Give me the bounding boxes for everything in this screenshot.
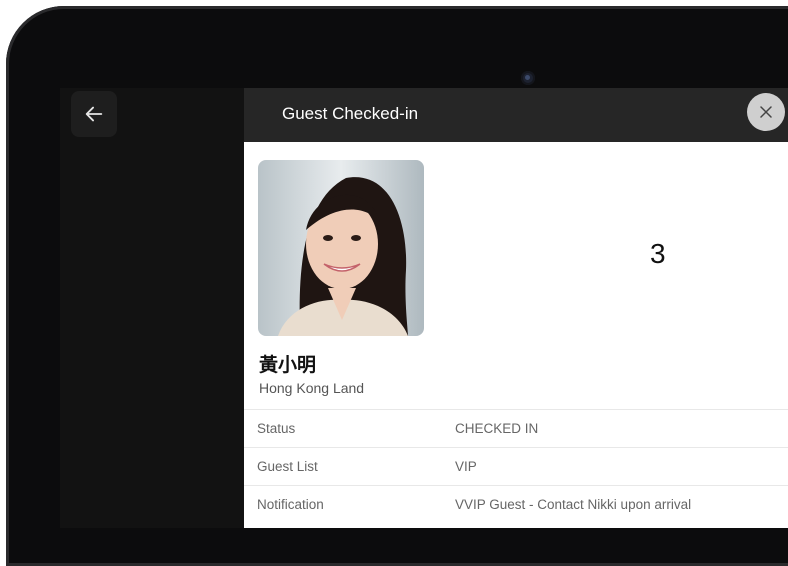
guest-checkin-panel: Guest Checked-in 3 黃小明 Hong Kong Land St…	[244, 88, 788, 528]
back-button[interactable]	[71, 91, 117, 137]
front-camera	[521, 71, 535, 85]
checkin-counter: 3	[650, 238, 666, 269]
detail-label: Status	[257, 421, 296, 436]
detail-label: Notification	[257, 497, 324, 512]
arrow-left-icon	[85, 106, 103, 122]
guest-photo	[258, 160, 424, 336]
panel-header: Guest Checked-in	[244, 88, 788, 142]
detail-value: VIP	[455, 459, 477, 474]
guest-company: Hong Kong Land	[259, 380, 365, 396]
detail-row-status: Status CHECKED IN	[244, 409, 788, 447]
guest-details: Status CHECKED IN Guest List VIP Notific…	[244, 409, 788, 523]
detail-value: CHECKED IN	[455, 421, 539, 436]
close-button[interactable]	[747, 93, 785, 131]
detail-row-notification: Notification VVIP Guest - Contact Nikki …	[244, 485, 788, 523]
detail-label: Guest List	[257, 459, 318, 474]
detail-row-guest-list: Guest List VIP	[244, 447, 788, 485]
detail-value: VVIP Guest - Contact Nikki upon arrival	[455, 497, 692, 512]
panel-title: Guest Checked-in	[282, 104, 419, 123]
guest-name: 黃小明	[259, 354, 317, 376]
app-screen: Guest Checked-in 3 黃小明 Hong Kong Land St…	[60, 88, 788, 528]
close-icon	[760, 106, 772, 118]
